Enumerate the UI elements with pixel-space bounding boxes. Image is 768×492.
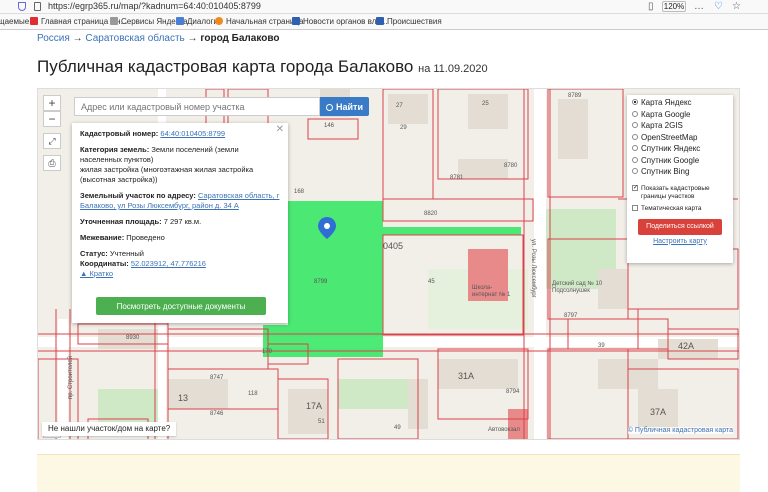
layer-switcher: Карта Яндекс Карта Google Карта 2GIS Ope… (627, 95, 733, 263)
bookmark-item[interactable]: щаемые (0, 17, 29, 26)
pocket-icon[interactable]: ♡ (714, 1, 723, 12)
news-icon (292, 17, 300, 25)
map-label: 8794 (506, 389, 520, 395)
lock-icon[interactable] (34, 2, 41, 11)
cadastral-number-link[interactable]: 64:40:010405:8799 (160, 129, 225, 138)
checkbox-checked-icon: ✓ (632, 184, 639, 191)
map-label: 29 (400, 125, 407, 131)
map-label: 8780 (504, 163, 518, 169)
print-icon[interactable]: ⎙ (43, 155, 61, 171)
shield-icon[interactable] (18, 2, 26, 11)
bookmark-item[interactable]: Начальная страница (215, 17, 303, 26)
star-icon[interactable]: ☆ (732, 1, 741, 12)
radio-icon (632, 168, 638, 174)
reader-icon[interactable]: ▯ (648, 1, 654, 12)
layer-option[interactable]: Спутник Bing (632, 167, 728, 179)
thematic-map-checkbox[interactable]: Тематическая карта (632, 204, 728, 213)
browser-toolbar: https://egrp365.ru/map/?kadnum=64:40:010… (0, 0, 768, 14)
radio-icon (632, 145, 638, 151)
search-icon (326, 103, 333, 111)
map-label: 37А (650, 407, 667, 417)
firefox-icon (215, 17, 223, 25)
layer-option[interactable]: Карта 2GIS (632, 121, 728, 133)
page-date: на 11.09.2020 (418, 63, 488, 75)
configure-map-link[interactable]: Настроить карту (632, 238, 728, 245)
map-label: 8781 (450, 175, 464, 181)
street-label: ул. Розы Люксембург (530, 239, 536, 298)
zoom-level[interactable]: 120% (662, 1, 686, 12)
bottom-notice-band (37, 454, 740, 492)
map-label: 13 (178, 393, 189, 403)
page-title: Публичная кадастровая карта города Балак… (37, 57, 488, 76)
bookmark-item[interactable]: Диалоги (176, 17, 218, 26)
map-label: 45 (428, 279, 435, 285)
bookmarks-bar: щаемые Главная страница Ян... Сервисы Ян… (0, 14, 768, 30)
close-icon[interactable]: ✕ (276, 125, 284, 135)
radio-icon (632, 156, 638, 163)
parcel-info-popup: ✕ Кадастровый номер: 64:40:010405:8799 К… (72, 123, 288, 323)
poi-label: Автовокзал (488, 427, 520, 433)
not-found-link[interactable]: Не нашли участок/дом на карте? (42, 422, 177, 436)
breadcrumb-region[interactable]: Саратовская область (85, 33, 184, 44)
layer-option[interactable]: Спутник Google (632, 156, 728, 168)
poi-label: Школа-интернат № 1 (472, 285, 511, 298)
coordinates-link[interactable]: 52.023912, 47.776216 (131, 259, 206, 268)
news-icon (376, 17, 384, 25)
map-label: 39 (598, 343, 605, 349)
map-label: 49 (394, 425, 401, 431)
chat-icon (176, 17, 184, 25)
folder-icon (110, 17, 118, 25)
radio-icon (632, 122, 638, 128)
radio-icon (632, 110, 638, 117)
breadcrumb: Россия → Саратовская область → город Бал… (37, 33, 280, 44)
fullscreen-icon[interactable]: ⤢ (43, 133, 61, 149)
map-label: 170 (262, 349, 273, 355)
show-borders-checkbox[interactable]: ✓ Показать кадастровые границы участков (632, 184, 728, 201)
view-documents-button[interactable]: Посмотреть доступные документы (96, 297, 266, 315)
map-label: 51 (318, 419, 325, 425)
radio-checked-icon (632, 99, 638, 105)
map-label: 8746 (210, 411, 224, 417)
street-label: пр. Строителей (68, 355, 74, 399)
map-label: 168 (294, 189, 305, 195)
map-label: 8789 (568, 93, 582, 99)
search-button[interactable]: Найти (320, 97, 369, 116)
bookmark-item[interactable]: Новости органов вла... (292, 17, 387, 26)
map-label: 8799 (314, 279, 328, 285)
radio-icon (632, 133, 638, 140)
share-link-button[interactable]: Поделиться ссылкой (638, 218, 722, 235)
address-bar[interactable]: https://egrp365.ru/map/?kadnum=64:40:010… (48, 1, 261, 11)
map-label: 8747 (210, 375, 224, 381)
map-label: 17А (306, 401, 323, 411)
search-input[interactable] (74, 97, 320, 116)
map-label: 25 (482, 101, 489, 107)
zoom-out-button[interactable]: − (43, 111, 61, 127)
checkbox-icon (632, 204, 638, 211)
map-label: 8797 (564, 313, 578, 319)
layer-option[interactable]: OpenStreetMap (632, 133, 728, 145)
breadcrumb-russia[interactable]: Россия (37, 33, 70, 44)
layer-option[interactable]: Карта Google (632, 110, 728, 122)
brief-toggle[interactable]: ▲ Кратко (80, 269, 113, 278)
copyright-link[interactable]: © Публичная кадастровая карта (627, 427, 733, 434)
map-label: 8820 (424, 211, 438, 217)
map-canvas[interactable]: 0405 8781 8780 8789 8799 8930 8747 8746 … (37, 88, 740, 440)
layer-option[interactable]: Спутник Яндекс (632, 144, 728, 156)
layer-option[interactable]: Карта Яндекс (632, 98, 728, 110)
map-label: 8930 (126, 335, 140, 341)
yandex-icon (30, 17, 38, 25)
zoom-in-button[interactable]: + (43, 95, 61, 111)
poi-label: Детский сад № 10 Подсолнушек (552, 281, 603, 294)
map-label: 42А (678, 341, 695, 351)
map-label: 27 (396, 103, 403, 109)
map-label: 31А (458, 371, 475, 381)
map-label-block: 0405 (383, 241, 404, 251)
more-icon[interactable]: … (694, 1, 704, 12)
map-label: 146 (324, 123, 335, 129)
bookmark-item[interactable]: Происшествия (376, 17, 442, 26)
map-label: 118 (248, 391, 258, 397)
breadcrumb-city: город Балаково (200, 33, 280, 44)
